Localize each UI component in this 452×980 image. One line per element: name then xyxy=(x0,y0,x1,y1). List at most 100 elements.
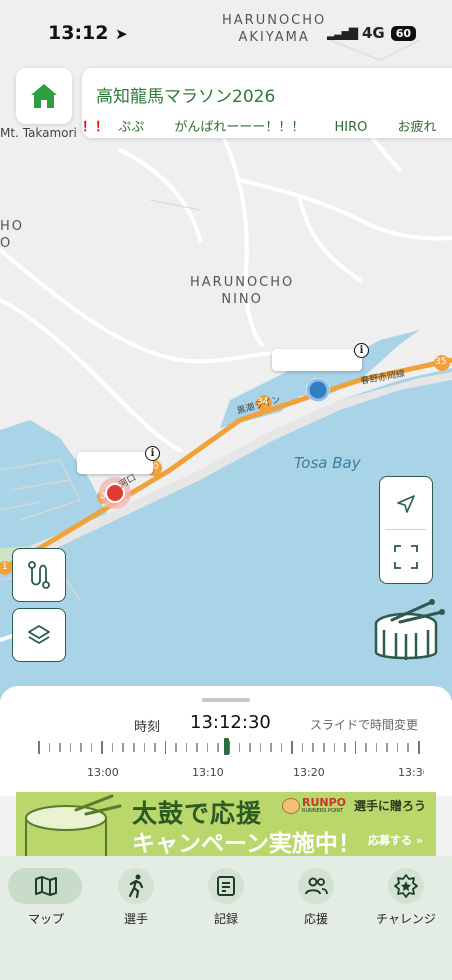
time-slider-tick xyxy=(154,743,156,752)
time-slider-tick xyxy=(59,743,61,752)
battery-icon: 60 xyxy=(390,25,416,41)
banner-cta-top: 選手に贈ろう xyxy=(354,799,427,813)
banner-headline-2: キャンペーン実施中！ xyxy=(132,831,361,856)
ticker-item: HIRO xyxy=(334,120,368,135)
status-time: 13:12 ➤ xyxy=(48,22,128,44)
time-slider-tick xyxy=(101,741,103,754)
fullscreen-icon xyxy=(394,544,418,569)
tab-label: マップ xyxy=(27,912,64,926)
event-title-card[interactable]: 高知龍馬マラソン2026 ！！ ぷぷ がんばれーーー！！！ HIRO お疲れ xyxy=(82,68,452,138)
time-slider-tick xyxy=(90,743,93,752)
runner-callout-red[interactable] xyxy=(77,452,153,474)
time-slider-sheet: 時刻 13:12:30 スライドで時間変更 13:00 13:10 13:20 … xyxy=(0,686,452,796)
time-slider-tick xyxy=(280,743,283,752)
double-chevron-icon: » xyxy=(415,834,423,847)
runner-icon xyxy=(118,868,154,904)
bottom-navigation: マップ 選手 記録 応援 チャレンジ xyxy=(0,856,452,980)
campaign-banner[interactable]: 太鼓で応援 キャンペーン実施中！ RUNPO RUNNERS POINT 選手に… xyxy=(16,792,436,856)
time-slider-tick xyxy=(185,743,188,752)
time-slider-tick xyxy=(80,743,82,752)
drum-icon xyxy=(374,599,445,660)
route-icon xyxy=(28,561,50,589)
time-slider-tick xyxy=(122,743,124,752)
my-location-button[interactable] xyxy=(380,477,432,530)
status-time-text: 13:12 xyxy=(48,22,109,44)
time-slider-tick xyxy=(48,743,51,752)
brand-logo: RUNPO RUNNERS POINT xyxy=(278,796,348,816)
tab-label: 応援 xyxy=(303,912,328,926)
info-icon[interactable]: i xyxy=(354,343,369,358)
time-slider-tick xyxy=(238,743,241,752)
event-title: 高知龍馬マラソン2026 xyxy=(96,87,276,107)
map-icon xyxy=(28,868,64,904)
map-label-line: NINO xyxy=(221,292,263,307)
time-slider-tick xyxy=(354,741,357,754)
tab-label: 記録 xyxy=(213,912,238,926)
time-slider-thumb[interactable] xyxy=(224,738,230,755)
home-button[interactable] xyxy=(16,68,72,124)
time-slider-hint: スライドで時間変更 xyxy=(310,718,419,732)
time-slider-tick xyxy=(375,743,378,752)
time-slider-tick xyxy=(143,743,146,752)
tab-challenge[interactable]: チャレンジ xyxy=(368,868,444,927)
time-slider[interactable] xyxy=(38,738,420,756)
time-slider-tick xyxy=(175,743,177,752)
route-toggle-button[interactable] xyxy=(12,548,66,602)
badge-icon xyxy=(388,868,424,904)
route-number-1: 1 xyxy=(2,562,8,572)
time-slider-tick xyxy=(333,743,336,752)
ticker-item: お疲れ xyxy=(397,120,437,135)
banner-apply-link[interactable]: 応募する » xyxy=(368,832,423,848)
time-slider-tick xyxy=(38,741,40,754)
tab-records[interactable]: 記録 xyxy=(188,868,264,927)
layers-icon xyxy=(28,625,50,644)
map-label-line: HARUNOCHO xyxy=(190,275,295,290)
cheer-drum-button[interactable] xyxy=(370,596,446,668)
brand-sub: RUNNERS POINT xyxy=(302,808,344,814)
time-slider-tick xyxy=(164,741,167,754)
route-number-34: 34 xyxy=(257,397,269,407)
drum-illustration-icon xyxy=(25,794,122,856)
mascot-icon xyxy=(282,798,300,814)
map-control-group xyxy=(379,476,433,584)
tab-runners[interactable]: 選手 xyxy=(98,868,174,927)
status-indicators: ▂▃▅▇ 4G 60 xyxy=(327,24,416,42)
home-icon xyxy=(31,84,57,108)
time-slider-tick xyxy=(217,743,219,752)
sheet-drag-handle[interactable] xyxy=(202,698,250,702)
map-label-line: HO xyxy=(0,219,25,234)
people-icon xyxy=(298,868,334,904)
fit-bounds-button[interactable] xyxy=(380,530,432,583)
navigation-arrow-icon xyxy=(397,494,415,513)
time-slider-tick xyxy=(249,743,251,752)
ticker-item: がんばれーーー！！！ xyxy=(174,120,305,135)
ticker-item: ！！ xyxy=(82,120,109,135)
signal-icon: ▂▃▅▇ xyxy=(327,26,358,40)
time-slider-tick xyxy=(69,743,72,752)
time-slider-tick xyxy=(407,743,409,752)
time-tick-label: 13:00 xyxy=(87,766,119,779)
time-slider-tick xyxy=(270,743,272,752)
map-label-line: O xyxy=(0,236,13,251)
tab-cheer[interactable]: 応援 xyxy=(278,868,354,927)
layers-button[interactable] xyxy=(12,608,66,662)
tab-map[interactable]: マップ xyxy=(8,868,84,927)
location-arrow-icon: ➤ xyxy=(115,25,128,43)
time-slider-tick xyxy=(365,743,367,752)
route-number-3: 3 xyxy=(100,491,106,501)
time-slider-tick xyxy=(301,743,304,752)
runner-callout-blue[interactable] xyxy=(272,349,362,371)
map-label-harunocho-nino: HARUNOCHO NINO xyxy=(190,274,294,308)
time-slider-tick xyxy=(196,743,198,752)
time-slider-tick xyxy=(386,743,388,752)
network-label: 4G xyxy=(361,24,385,42)
time-slider-tick xyxy=(344,743,346,752)
time-slider-tick xyxy=(133,743,135,752)
map-label-mt-takamori: Mt. Takamori xyxy=(0,126,77,140)
time-tick-label: 13:30 xyxy=(398,766,424,779)
info-icon[interactable]: i xyxy=(145,446,160,461)
banner-apply-label: 応募する xyxy=(368,834,412,847)
time-tick-label: 13:20 xyxy=(293,766,325,779)
time-slider-tick xyxy=(291,741,293,754)
cheer-ticker: ！！ ぷぷ がんばれーーー！！！ HIRO お疲れ xyxy=(82,116,452,135)
